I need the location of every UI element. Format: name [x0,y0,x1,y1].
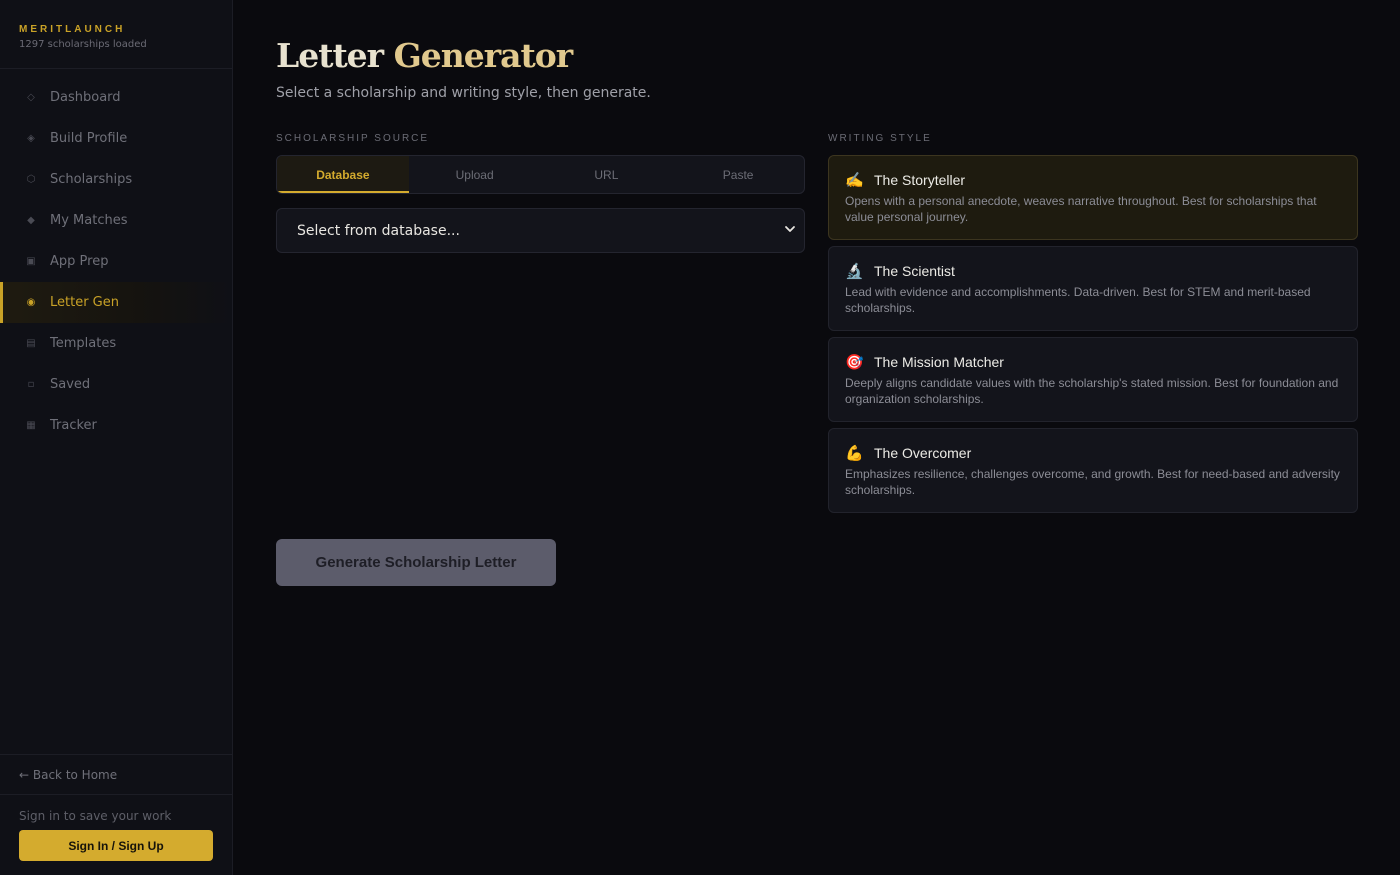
back-to-home-link[interactable]: ← Back to Home [0,754,232,795]
microscope-icon: 🔬 [845,262,864,280]
sidebar-item-label: Templates [50,336,117,351]
card-title: The Scientist [874,263,955,279]
writing-hand-icon: ✍️ [845,171,864,189]
small-dot-icon: ▫ [27,379,35,390]
card-description: Deeply aligns candidate values with the … [845,376,1339,406]
sidebar-item-scholarships[interactable]: ⬡ Scholarships [0,159,232,200]
tab-upload[interactable]: Upload [409,156,541,193]
hexagon-icon: ⬡ [26,174,36,185]
card-header: 🎯 The Mission Matcher [845,353,1341,371]
sidebar-item-label: Tracker [50,418,97,433]
chevron-down-icon [784,223,796,238]
card-description: Lead with evidence and accomplishments. … [845,285,1311,315]
tab-url[interactable]: URL [541,156,673,193]
style-card-storyteller[interactable]: ✍️ The Storyteller Opens with a personal… [828,155,1358,240]
page-title: Letter Generator [276,36,574,75]
tab-database[interactable]: Database [277,156,409,193]
card-header: 💪 The Overcomer [845,444,1341,462]
brand: MERITLAUNCH 1297 scholarships loaded [0,0,232,69]
sidebar: MERITLAUNCH 1297 scholarships loaded ◇ D… [0,0,233,875]
square-dot-icon: ▣ [26,256,36,267]
brand-subtitle: 1297 scholarships loaded [19,39,147,50]
sidebar-item-letter-gen[interactable]: ◉ Letter Gen [0,282,232,323]
card-header: ✍️ The Storyteller [845,171,1341,189]
tab-paste[interactable]: Paste [672,156,804,193]
card-title: The Overcomer [874,445,972,461]
page-title-part1: Letter [276,36,394,75]
sidebar-item-dashboard[interactable]: ◇ Dashboard [0,77,232,118]
sidebar-item-templates[interactable]: ▤ Templates [0,323,232,364]
page-subtitle: Select a scholarship and writing style, … [276,85,651,101]
diamond-filled-icon: ◆ [27,215,35,226]
grid-square-icon: ▦ [26,420,36,431]
sidebar-item-app-prep[interactable]: ▣ App Prep [0,241,232,282]
list-square-icon: ▤ [26,338,36,349]
sidebar-item-label: My Matches [50,213,128,228]
sidebar-item-label: App Prep [50,254,109,269]
card-description: Emphasizes resilience, challenges overco… [845,467,1340,497]
scholarship-select-value: Select from database... [297,222,460,239]
source-tabs: Database Upload URL Paste [276,155,805,194]
target-circle-icon: ◉ [26,297,36,308]
page-title-part2: Generator [393,36,574,75]
generate-letter-button[interactable]: Generate Scholarship Letter [276,539,556,586]
sidebar-item-label: Build Profile [50,131,128,146]
sign-in-button[interactable]: Sign In / Sign Up [19,830,213,861]
sidebar-item-tracker[interactable]: ▦ Tracker [0,405,232,446]
diamond-outline-icon: ◇ [27,92,35,103]
sidebar-item-my-matches[interactable]: ◆ My Matches [0,200,232,241]
style-card-scientist[interactable]: 🔬 The Scientist Lead with evidence and a… [828,246,1358,331]
sidebar-item-label: Letter Gen [50,295,119,310]
writing-style-label: WRITING STYLE [828,133,932,144]
card-title: The Mission Matcher [874,354,1004,370]
style-card-overcomer[interactable]: 💪 The Overcomer Emphasizes resilience, c… [828,428,1358,513]
card-description: Opens with a personal anecdote, weaves n… [845,194,1317,224]
sidebar-nav: ◇ Dashboard ◈ Build Profile ⬡ Scholarshi… [0,69,232,446]
sidebar-item-build-profile[interactable]: ◈ Build Profile [0,118,232,159]
sidebar-item-label: Dashboard [50,90,121,105]
card-header: 🔬 The Scientist [845,262,1341,280]
style-card-mission-matcher[interactable]: 🎯 The Mission Matcher Deeply aligns cand… [828,337,1358,422]
sidebar-item-label: Saved [50,377,91,392]
sign-in-note: Sign in to save your work [19,809,172,823]
sidebar-item-label: Scholarships [50,172,133,187]
diamond-dot-icon: ◈ [27,133,35,144]
brand-name[interactable]: MERITLAUNCH [19,24,213,35]
sidebar-item-saved[interactable]: ▫ Saved [0,364,232,405]
card-title: The Storyteller [874,172,966,188]
flexed-arm-icon: 💪 [845,444,864,462]
scholarship-select[interactable]: Select from database... [276,208,805,253]
target-icon: 🎯 [845,353,864,371]
scholarship-source-label: SCHOLARSHIP SOURCE [276,133,430,144]
